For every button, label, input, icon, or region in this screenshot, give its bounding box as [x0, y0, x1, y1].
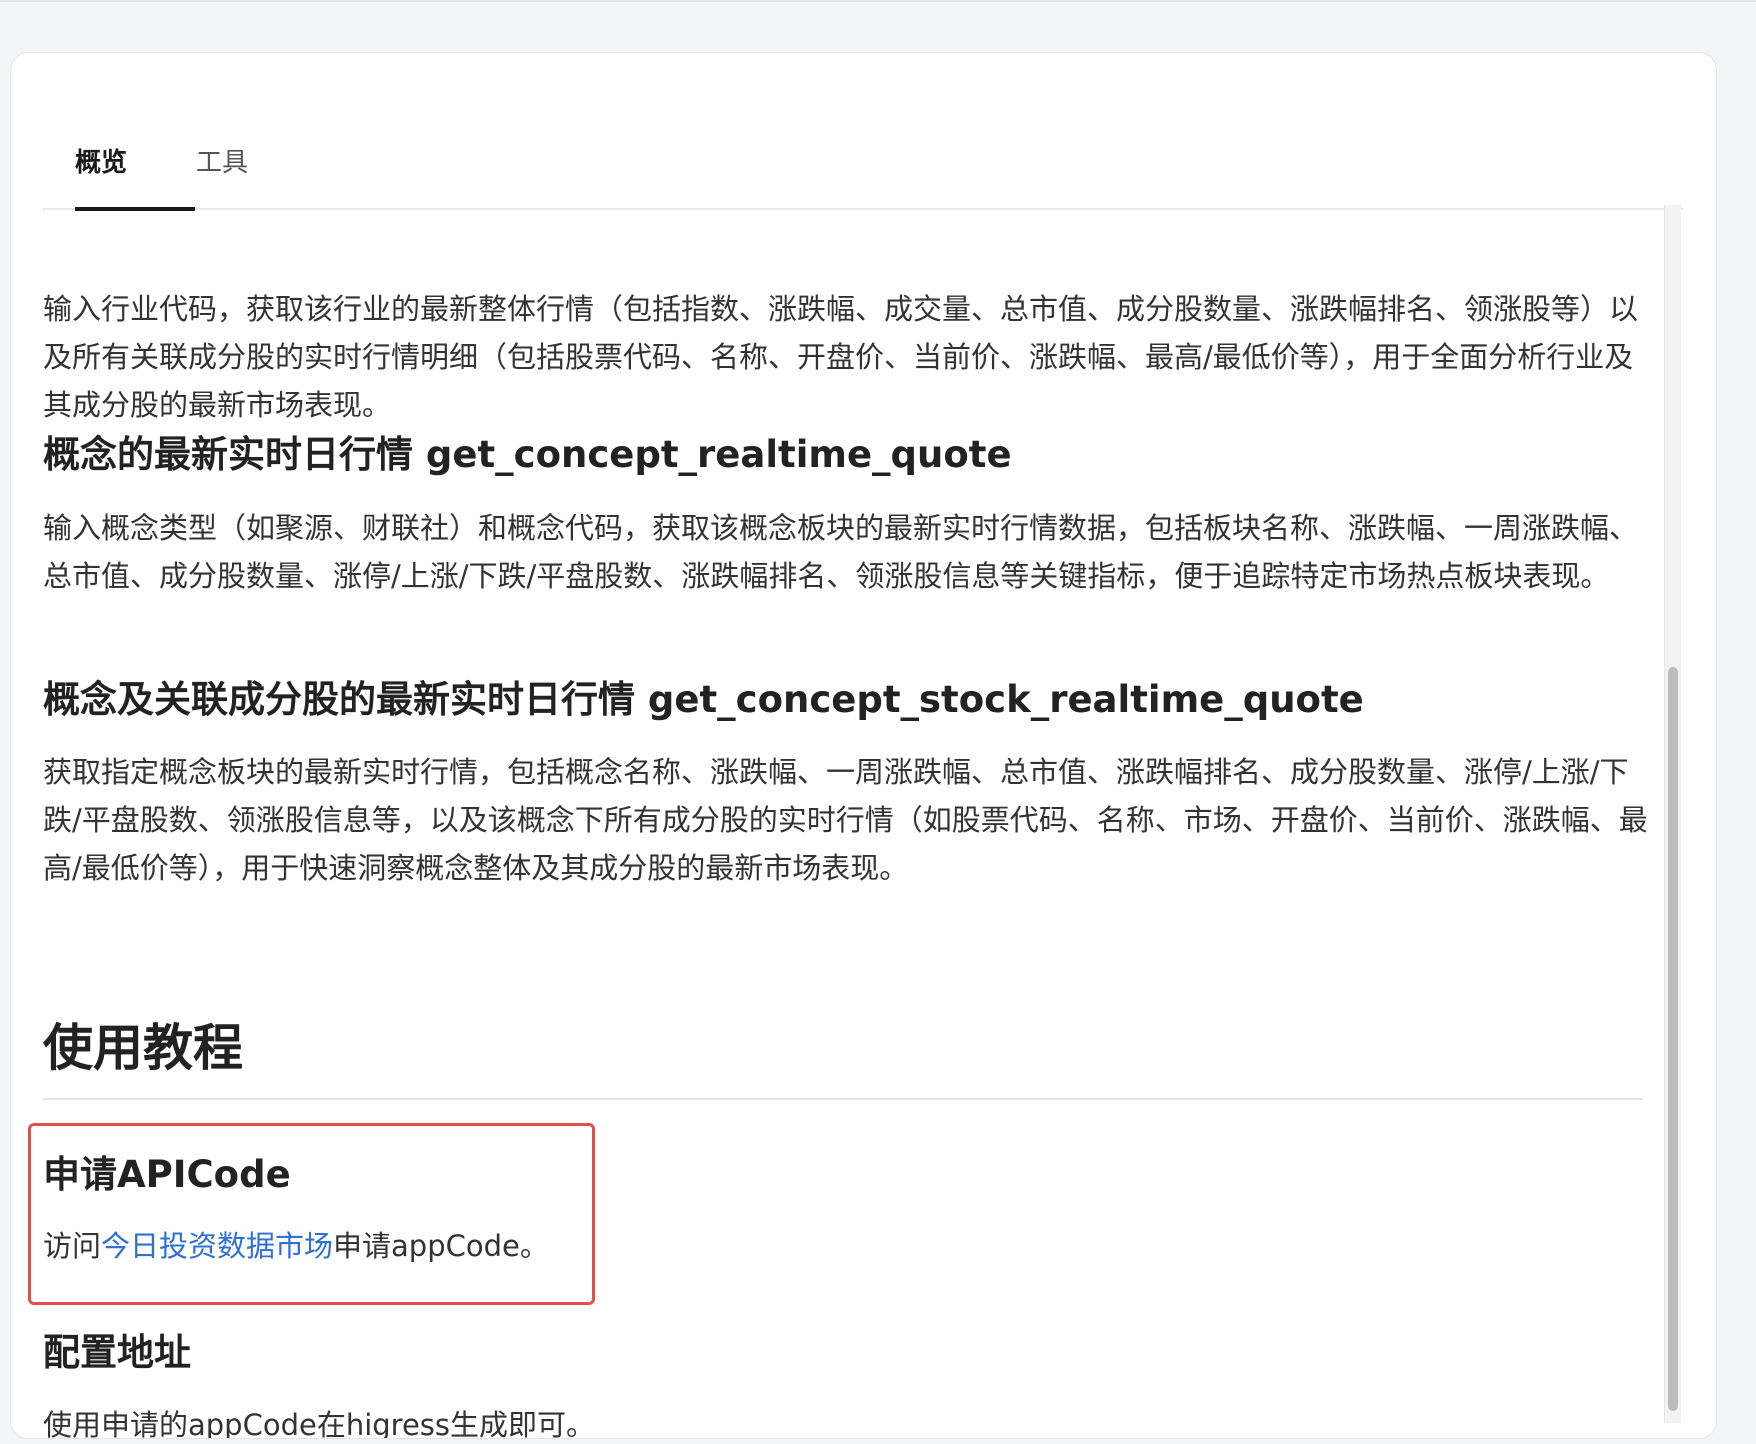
- function-title-concept-stock-realtime: 概念及关联成分股的最新实时日行情 get_concept_stock_realt…: [43, 678, 1364, 721]
- tab-bar: 概览 工具: [43, 95, 1683, 211]
- apply-text-before: 访问: [43, 1229, 102, 1263]
- tab-overview-label: 概览: [75, 148, 128, 178]
- tab-overview[interactable]: 概览: [75, 145, 127, 181]
- detail-card: 概览 工具 输入行业代码，获取该行业的最新整体行情（包括指数、涨跌幅、成交量、总…: [10, 52, 1717, 1439]
- function-desc-concept-realtime: 输入概念类型（如聚源、财联社）和概念代码，获取该概念板块的最新实时行情数据，包括…: [43, 511, 1639, 593]
- data-market-link[interactable]: 今日投资数据市场: [101, 1229, 333, 1263]
- tab-tools-label: 工具: [196, 148, 249, 178]
- active-tab-indicator: [75, 207, 195, 211]
- apply-apicode-title: 申请APICode: [43, 1153, 291, 1196]
- scrollbar-track[interactable]: [1664, 205, 1681, 1423]
- tab-tools[interactable]: 工具: [196, 145, 248, 181]
- config-address-title: 配置地址: [43, 1331, 191, 1374]
- apply-apicode-text: 访问今日投资数据市场申请appCode。: [43, 1222, 1648, 1270]
- apply-text-after: 申请appCode。: [333, 1229, 549, 1263]
- config-address-text: 使用申请的appCode在higress生成即可。: [43, 1408, 596, 1439]
- tutorial-heading: 使用教程: [43, 1019, 243, 1077]
- function-desc-concept-stock-realtime: 获取指定概念板块的最新实时行情，包括概念名称、涨跌幅、一周涨跌幅、总市值、涨跌幅…: [43, 755, 1648, 885]
- intro-description: 输入行业代码，获取该行业的最新整体行情（包括指数、涨跌幅、成交量、总市值、成分股…: [43, 292, 1639, 422]
- section-divider: [43, 1098, 1643, 1100]
- scrollbar-thumb[interactable]: [1668, 667, 1678, 1411]
- function-title-concept-realtime: 概念的最新实时日行情 get_concept_realtime_quote: [43, 433, 1012, 476]
- top-divider: [0, 0, 1756, 2]
